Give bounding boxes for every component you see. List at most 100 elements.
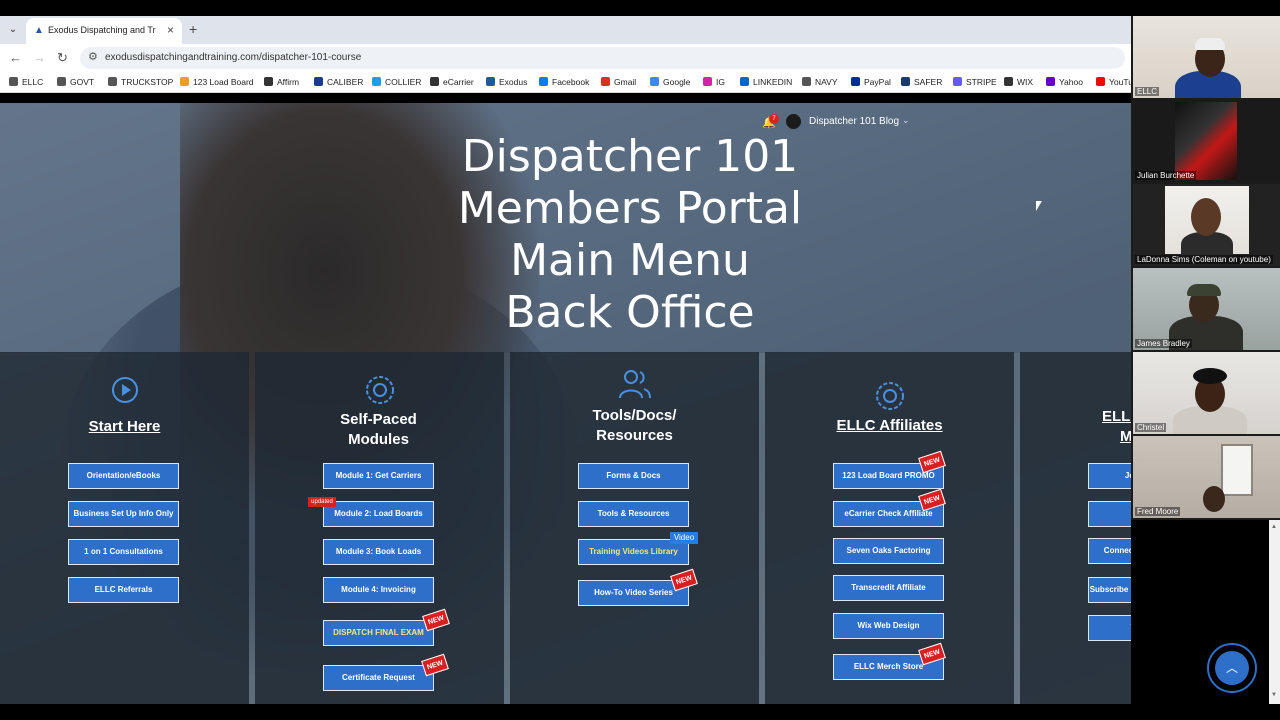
bookmark-icon xyxy=(1046,77,1055,86)
bookmark-icon xyxy=(372,77,381,86)
bookmark-exodus[interactable]: Exodus xyxy=(486,77,527,87)
bookmark-icon xyxy=(9,77,18,86)
bookmark-youtu[interactable]: YouTu xyxy=(1096,77,1131,87)
video-call-panel: ELLC Julian Burchette LaDonna Sims (Cole… xyxy=(1131,16,1280,520)
twitter-button[interactable]: Twitter xyxy=(1088,615,1131,641)
transcredit-button[interactable]: Transcredit Affiliate xyxy=(833,575,944,601)
follow-button[interactable]: Follow xyxy=(1088,501,1131,527)
bookmark-collier[interactable]: COLLIER xyxy=(372,77,421,87)
participant-tile[interactable]: LaDonna Sims (Coleman on youtube) xyxy=(1133,184,1280,266)
video-badge: Video xyxy=(670,532,698,544)
page-scrollbar[interactable]: ▲ ▼ xyxy=(1269,520,1280,704)
bookmark-facebook[interactable]: Facebook xyxy=(539,77,589,87)
module-1-button[interactable]: Module 1: Get Carriers xyxy=(323,463,434,489)
participant-tile[interactable]: Christel xyxy=(1133,352,1280,434)
business-setup-button[interactable]: Business Set Up Info Only xyxy=(68,501,179,527)
forward-icon[interactable]: → xyxy=(33,50,46,65)
blog-link[interactable]: Dispatcher 101 Blog xyxy=(809,116,899,127)
bookmark-label: ELLC xyxy=(22,77,44,87)
forms-docs-button[interactable]: Forms & Docs xyxy=(578,463,689,489)
bookmark-icon xyxy=(740,77,749,86)
column-heading[interactable]: Tools/Docs/ Resources xyxy=(510,406,759,446)
bookmark-yahoo[interactable]: Yahoo xyxy=(1046,77,1083,87)
screen: ⌄ ▲ Exodus Dispatching and Trainin × + ←… xyxy=(0,0,1280,720)
chat-button[interactable]: ︿ xyxy=(1207,643,1257,693)
bookmark-gmail[interactable]: Gmail xyxy=(601,77,636,87)
users-icon xyxy=(510,368,759,405)
certificate-request-button[interactable]: Certificate Request xyxy=(323,665,434,691)
bookmark-123-load-board[interactable]: 123 Load Board xyxy=(180,77,254,87)
participant-tile[interactable]: ELLC xyxy=(1133,16,1280,98)
gear-icon xyxy=(255,374,504,411)
bookmark-icon xyxy=(650,77,659,86)
column-heading[interactable]: Start Here xyxy=(0,417,249,437)
linkedin-button[interactable]: Connect To LinkedIN xyxy=(1088,538,1131,564)
consultations-button[interactable]: 1 on 1 Consultations xyxy=(68,539,179,565)
bookmark-caliber[interactable]: CALIBER xyxy=(314,77,363,87)
participant-tile[interactable]: James Bradley xyxy=(1133,268,1280,350)
browser-tab[interactable]: ▲ Exodus Dispatching and Trainin × xyxy=(26,18,182,44)
bookmark-icon xyxy=(601,77,610,86)
notification-count: 7 xyxy=(769,114,779,124)
bookmark-label: Facebook xyxy=(552,77,590,87)
participant-name: Julian Burchette xyxy=(1135,171,1197,180)
orientation-button[interactable]: Orientation/eBooks xyxy=(68,463,179,489)
participant-tile[interactable]: Fred Moore xyxy=(1133,436,1280,518)
column-heading[interactable]: ELLC M xyxy=(1102,407,1131,447)
column-tools-docs: Tools/Docs/ Resources Forms & Docs Tools… xyxy=(510,352,759,704)
bookmark-icon xyxy=(539,77,548,86)
column-heading[interactable]: ELLC Affiliates xyxy=(765,416,1014,436)
back-icon[interactable]: ← xyxy=(9,50,22,65)
bookmark-affirm[interactable]: Affirm xyxy=(264,77,299,87)
bookmark-google[interactable]: Google xyxy=(650,77,690,87)
youtube-subscribe-button[interactable]: Subscribe YouTube Channel xyxy=(1088,577,1131,603)
participant-name: LaDonna Sims (Coleman on youtube) xyxy=(1135,255,1273,264)
bookmark-stripe[interactable]: STRIPE xyxy=(953,77,997,87)
bookmark-safer[interactable]: SAFER xyxy=(901,77,942,87)
participant-name: Christel xyxy=(1135,423,1167,432)
referrals-button[interactable]: ELLC Referrals xyxy=(68,577,179,603)
scroll-up-icon[interactable]: ▲ xyxy=(1271,524,1277,530)
seven-oaks-button[interactable]: Seven Oaks Factoring xyxy=(833,538,944,564)
bookmark-label: CALIBER xyxy=(327,77,364,87)
avatar[interactable] xyxy=(786,114,801,129)
title-line: Main Menu xyxy=(510,235,750,286)
bookmark-icon xyxy=(430,77,439,86)
site-info-icon[interactable]: ⚙ xyxy=(88,50,98,63)
bookmark-wix[interactable]: WIX xyxy=(1004,77,1033,87)
reload-icon[interactable]: ↻ xyxy=(57,50,68,66)
bookmark-paypal[interactable]: PayPal xyxy=(851,77,891,87)
bookmark-icon xyxy=(314,77,323,86)
bookmark-icon xyxy=(486,77,495,86)
join-button[interactable]: Join NEW xyxy=(1088,463,1131,489)
bookmark-linkedin[interactable]: LINKEDIN xyxy=(740,77,792,87)
close-tab-icon[interactable]: × xyxy=(167,23,174,37)
bookmark-label: SAFER xyxy=(914,77,943,87)
scroll-down-icon[interactable]: ▼ xyxy=(1271,692,1277,698)
bookmark-ig[interactable]: IG xyxy=(703,77,725,87)
tools-resources-button[interactable]: Tools & Resources xyxy=(578,501,689,527)
wix-web-design-button[interactable]: Wix Web Design xyxy=(833,613,944,639)
url-text: exodusdispatchingandtraining.com/dispatc… xyxy=(105,52,362,63)
participant-tile[interactable]: Julian Burchette xyxy=(1133,100,1280,182)
chevron-down-icon[interactable]: ⌄ xyxy=(902,115,910,126)
bookmark-govt[interactable]: GOVT xyxy=(57,77,94,87)
title-line: Back Office xyxy=(505,287,755,338)
bookmark-ellc[interactable]: ELLC xyxy=(9,77,43,87)
module-4-button[interactable]: Module 4: Invoicing xyxy=(323,577,434,603)
column-heading[interactable]: Self-Paced Modules xyxy=(254,410,503,450)
new-tab-icon[interactable]: + xyxy=(189,21,197,37)
tab-search-chevron-icon[interactable]: ⌄ xyxy=(6,23,20,37)
address-bar[interactable]: ⚙ exodusdispatchingandtraining.com/dispa… xyxy=(80,47,1125,69)
column-heading-line: ELLC xyxy=(1102,408,1131,425)
module-2-button[interactable]: Module 2: Load Boards xyxy=(323,501,434,527)
participant-hair xyxy=(1193,368,1227,384)
bookmark-truckstop[interactable]: TRUCKSTOP xyxy=(108,77,173,87)
bookmarks-bar: ELLC GOVT TRUCKSTOP 123 Load Board Affirm CAL… xyxy=(0,72,1131,93)
mouse-cursor xyxy=(1036,201,1042,211)
final-exam-button[interactable]: DISPATCH FINAL EXAM xyxy=(323,620,434,646)
bookmark-ecarrier[interactable]: eCarrier xyxy=(430,77,474,87)
bookmark-navy[interactable]: NAVY xyxy=(802,77,838,87)
tab-bar: ⌄ ▲ Exodus Dispatching and Trainin × + xyxy=(0,16,1131,44)
module-3-button[interactable]: Module 3: Book Loads xyxy=(323,539,434,565)
